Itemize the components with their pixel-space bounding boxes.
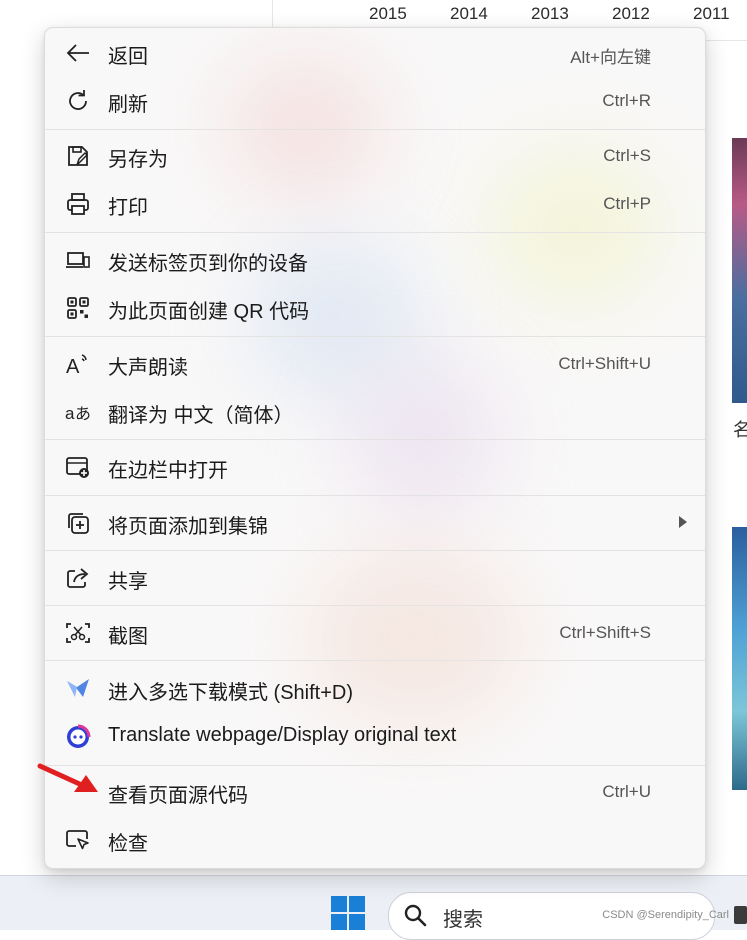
svg-text:a: a (65, 404, 75, 423)
menu-item-label: 共享 (108, 571, 148, 593)
refresh-icon (69, 90, 87, 110)
context-menu: 返回 Alt+向左键 刷新 Ctrl+R 另存为 Ctrl+S 打印 Ctrl+… (44, 27, 706, 869)
menu-item-label: 进入多选下载模式 (Shift+D) (108, 682, 354, 704)
menu-item-shortcut: Ctrl+Shift+S (559, 623, 651, 642)
poster-caption[interactable]: 名 (733, 416, 747, 442)
submenu-chevron-icon (679, 516, 687, 528)
menu-item-label: 翻译为 中文（简体） (108, 405, 294, 427)
search-icon (404, 904, 427, 927)
printer-icon (67, 193, 89, 215)
menu-item-refresh[interactable]: 刷新 Ctrl+R (45, 78, 705, 122)
menu-separator (45, 605, 705, 606)
watermark-text: CSDN @Serendipity_Carl (602, 909, 729, 921)
multi-download-icon (67, 679, 89, 697)
menu-item-back[interactable]: 返回 Alt+向左键 (45, 30, 705, 74)
menu-item-label: 打印 (108, 197, 148, 219)
menu-item-add-to-collections[interactable]: 将页面添加到集锦 (45, 500, 705, 544)
menu-separator (45, 495, 705, 496)
share-icon (67, 568, 89, 588)
menu-separator (45, 765, 705, 766)
search-label: 搜索 (443, 909, 483, 931)
menu-item-label: Translate webpage/Display original text (108, 724, 457, 746)
translate-icon: a あ (65, 404, 91, 423)
svg-text:A: A (66, 356, 80, 377)
menu-item-multi-download[interactable]: 进入多选下载模式 (Shift+D) (45, 666, 705, 710)
menu-item-shortcut: Ctrl+P (603, 194, 651, 213)
menu-item-label: 另存为 (108, 149, 168, 171)
poster-thumbnail[interactable] (732, 138, 747, 403)
annotation-arrow-icon (37, 763, 98, 792)
year-link[interactable]: 2015 (369, 4, 407, 24)
sidebar-open-icon (66, 457, 89, 478)
menu-item-qr-code[interactable]: 为此页面创建 QR 代码 (45, 285, 705, 329)
menu-item-open-in-sidebar[interactable]: 在边栏中打开 (45, 444, 705, 488)
save-as-icon (68, 146, 89, 166)
menu-item-label: 发送标签页到你的设备 (108, 253, 308, 275)
taskbar-app-icon[interactable] (734, 906, 747, 924)
menu-separator (45, 660, 705, 661)
menu-item-screenshot[interactable]: 截图 Ctrl+Shift+S (45, 610, 705, 654)
menu-item-read-aloud[interactable]: A 大声朗读 Ctrl+Shift+U (45, 341, 705, 385)
menu-item-label: 在边栏中打开 (108, 460, 228, 482)
windows-taskbar: 搜索 CSDN @Serendipity_Carl (0, 875, 747, 940)
menu-item-label: 大声朗读 (108, 357, 188, 379)
menu-separator (45, 336, 705, 337)
year-link[interactable]: 2013 (531, 4, 569, 24)
menu-item-send-tab[interactable]: 发送标签页到你的设备 (45, 237, 705, 281)
menu-item-label: 将页面添加到集锦 (108, 516, 268, 538)
year-link[interactable]: 2012 (612, 4, 650, 24)
screenshot-icon (66, 623, 90, 643)
menu-separator (45, 232, 705, 233)
menu-item-shortcut: Ctrl+Shift+U (558, 354, 651, 373)
menu-item-label: 返回 (108, 46, 148, 68)
menu-item-inspect[interactable]: 检查 (45, 817, 705, 861)
poster-thumbnail[interactable] (732, 527, 747, 790)
menu-item-label: 为此页面创建 QR 代码 (108, 301, 310, 323)
windows-start-icon[interactable] (331, 896, 367, 932)
menu-item-label: 查看页面源代码 (108, 785, 248, 807)
menu-item-save-as[interactable]: 另存为 Ctrl+S (45, 133, 705, 177)
collections-add-icon (68, 513, 89, 534)
menu-item-view-source[interactable]: 查看页面源代码 Ctrl+U (45, 769, 705, 813)
menu-item-shortcut: Alt+向左键 (570, 48, 651, 67)
year-link[interactable]: 2014 (450, 4, 488, 24)
menu-item-print[interactable]: 打印 Ctrl+P (45, 181, 705, 225)
menu-separator (45, 129, 705, 130)
back-arrow-icon (66, 44, 89, 62)
svg-text:あ: あ (75, 404, 91, 423)
menu-item-shortcut: Ctrl+R (602, 91, 651, 110)
menu-item-label: 刷新 (108, 94, 148, 116)
menu-item-share[interactable]: 共享 (45, 555, 705, 599)
menu-item-translate-webpage[interactable]: Translate webpage/Display original text (45, 714, 705, 758)
menu-item-label: 截图 (108, 626, 148, 648)
menu-item-label: 检查 (108, 833, 148, 855)
year-link[interactable]: 2011 (693, 4, 730, 24)
menu-item-shortcut: Ctrl+S (603, 146, 651, 165)
inspect-icon (66, 830, 89, 850)
devices-icon (66, 252, 90, 268)
qr-code-icon (67, 297, 89, 319)
menu-separator (45, 439, 705, 440)
translator-extension-icon (67, 724, 91, 748)
read-aloud-icon: A (66, 354, 87, 377)
menu-item-shortcut: Ctrl+U (602, 782, 651, 801)
menu-item-translate[interactable]: a あ 翻译为 中文（简体） (45, 389, 705, 433)
menu-separator (45, 550, 705, 551)
